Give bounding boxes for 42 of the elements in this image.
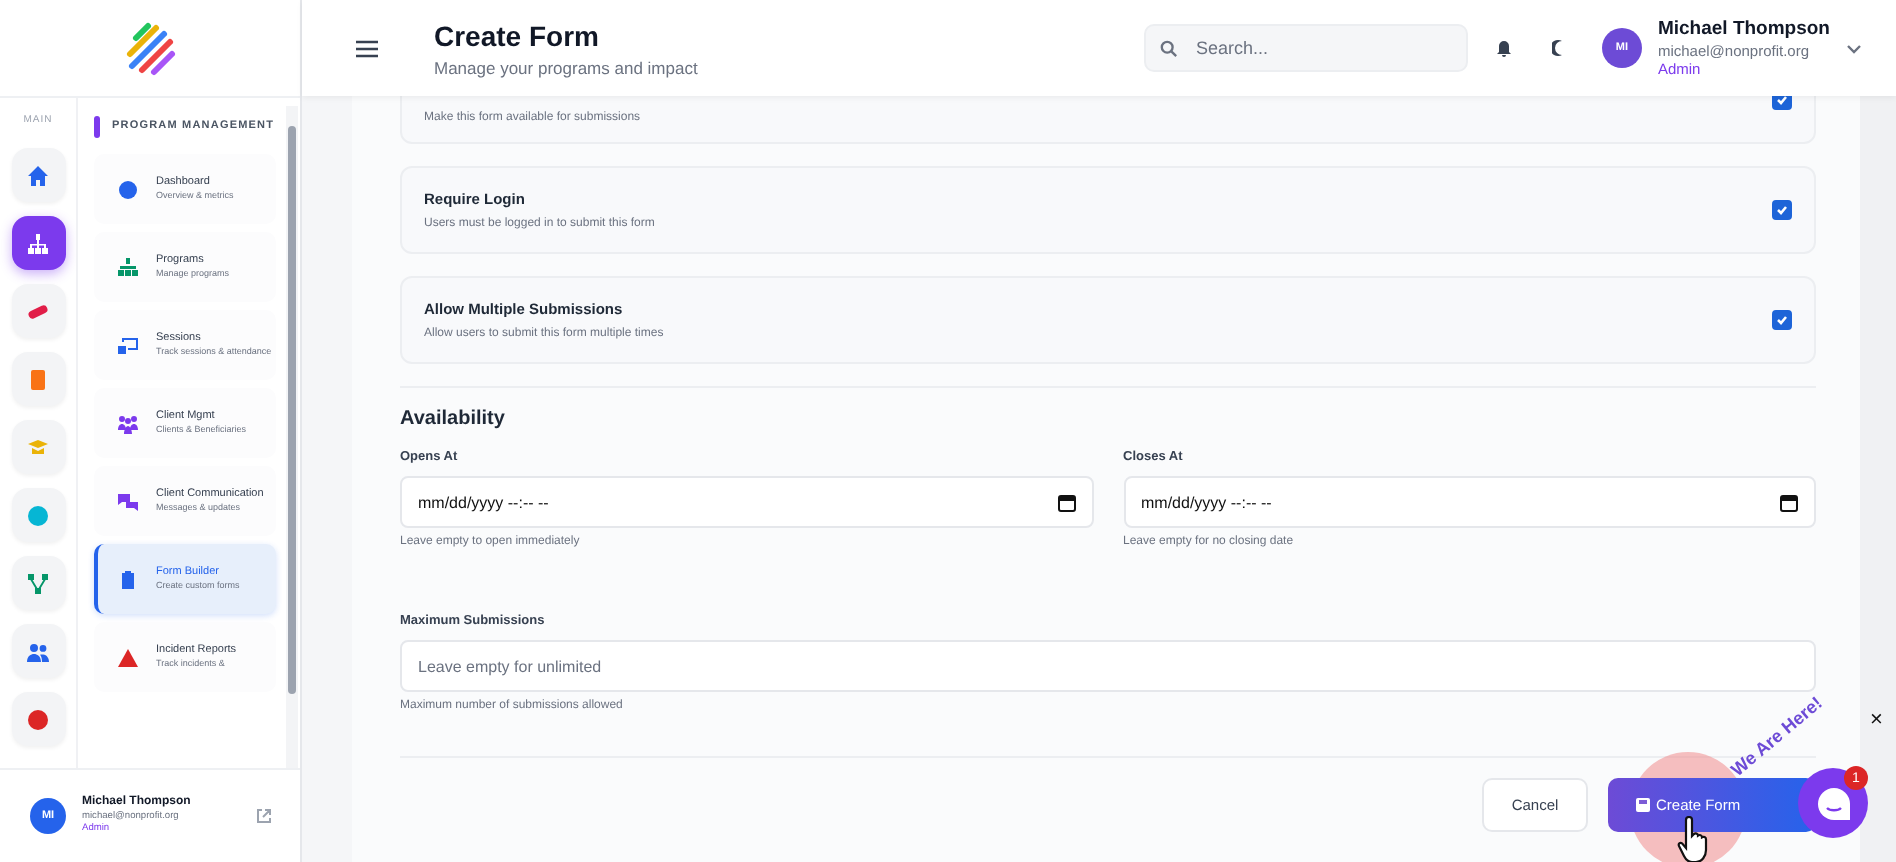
chevron-down-icon[interactable] xyxy=(1846,43,1862,53)
nav-icon-button[interactable] xyxy=(11,148,65,202)
hierarchy-icon xyxy=(26,231,50,255)
calendar-icon[interactable] xyxy=(1780,493,1798,511)
user-name: Michael Thompson xyxy=(1657,17,1830,42)
home-icon xyxy=(26,163,50,187)
warning-icon xyxy=(118,647,138,667)
search-field[interactable]: Search... xyxy=(1143,24,1468,72)
nav-icon-button[interactable] xyxy=(11,216,65,270)
graduation-cap-icon xyxy=(26,435,50,459)
checkbox[interactable] xyxy=(1772,310,1792,330)
people-icon xyxy=(26,639,50,663)
nav-icon-button[interactable] xyxy=(11,624,65,678)
chat-icon xyxy=(118,491,138,511)
chat-bubble-icon xyxy=(1815,785,1851,821)
pie-chart-icon xyxy=(26,707,50,731)
page-subtitle: Manage your programs and impact xyxy=(434,57,700,77)
circle-icon xyxy=(26,503,50,527)
section-heading: Availability xyxy=(400,408,507,430)
close-button[interactable]: × xyxy=(1870,710,1883,732)
calendar-icon[interactable] xyxy=(1057,493,1075,511)
checkbox[interactable] xyxy=(1772,96,1792,110)
save-icon xyxy=(1636,798,1650,812)
date-field[interactable]: mm/dd/yyyy --:-- -- xyxy=(1123,476,1816,528)
page-title: Create Form xyxy=(434,19,601,51)
nav-icon-button[interactable] xyxy=(11,692,65,746)
nav-icon-button[interactable] xyxy=(11,352,65,406)
checkmark-icon xyxy=(1776,314,1788,326)
nav-icon-button[interactable] xyxy=(11,284,65,338)
branch-icon xyxy=(26,571,50,595)
people-icon xyxy=(118,413,138,433)
clipboard-icon xyxy=(118,569,138,589)
nav-icon-button[interactable] xyxy=(11,556,65,610)
checkmark-icon xyxy=(1776,204,1788,216)
date-field[interactable]: mm/dd/yyyy --:-- -- xyxy=(400,476,1093,528)
input-field[interactable]: Leave empty for unlimited xyxy=(400,640,1816,692)
scrollbar[interactable] xyxy=(286,106,298,768)
moon-icon[interactable] xyxy=(1551,40,1566,56)
checkbox[interactable] xyxy=(1772,200,1792,220)
bell-icon[interactable] xyxy=(1495,39,1512,57)
hierarchy-icon xyxy=(118,257,138,277)
menu-icon[interactable] xyxy=(356,39,378,57)
